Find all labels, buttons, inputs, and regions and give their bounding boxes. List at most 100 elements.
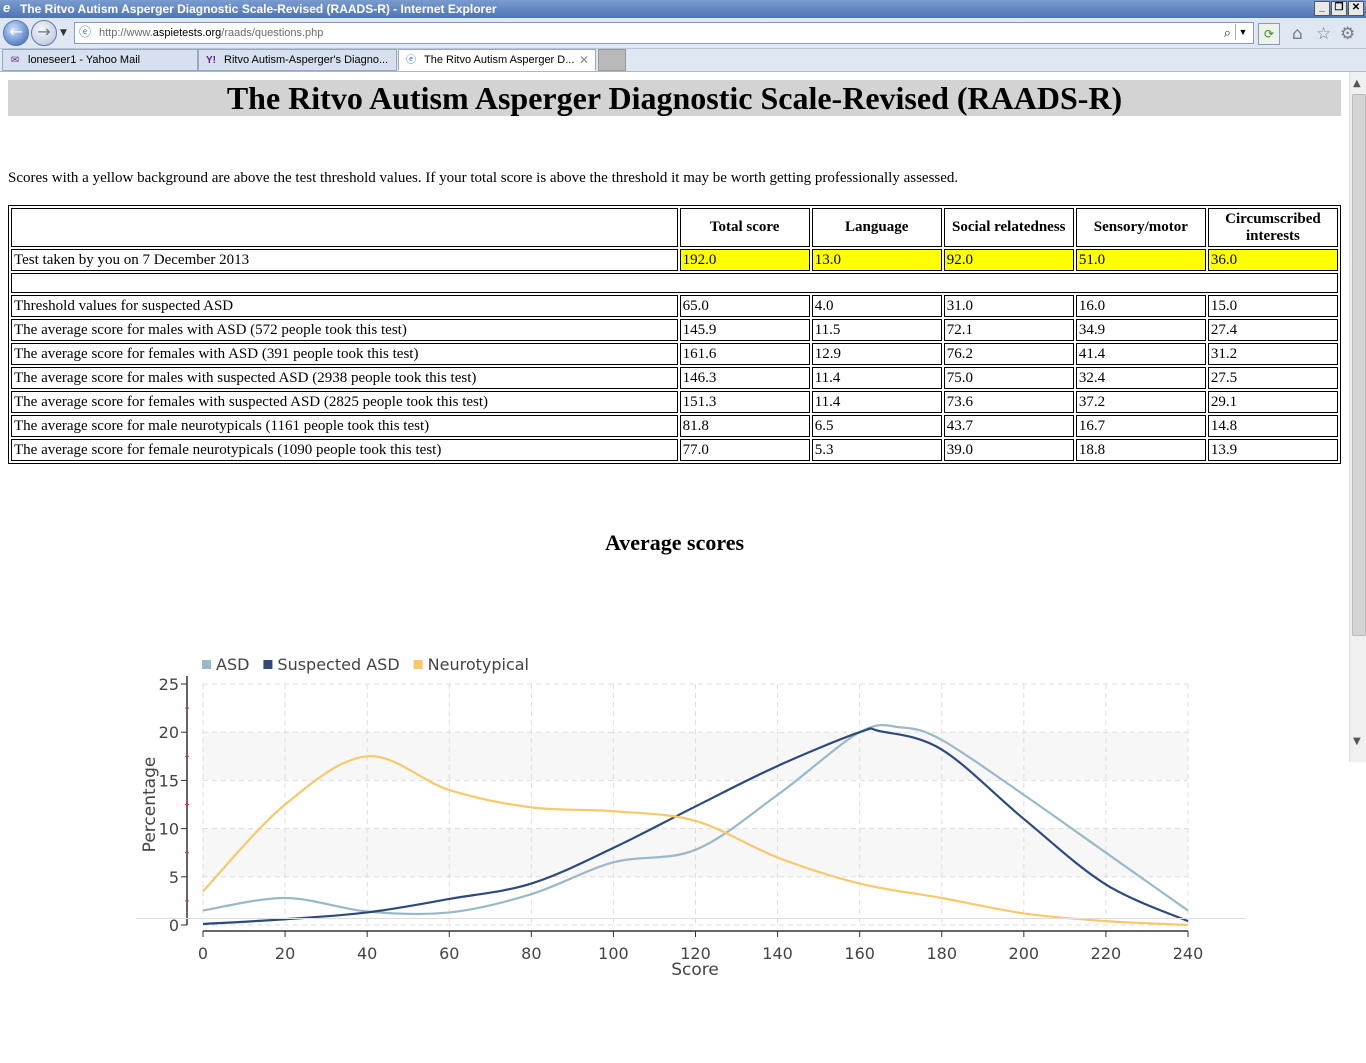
tab-strip: ✉ loneseer1 - Yahoo Mail Y! Ritvo Autism-A… [0,49,1366,72]
legend-label: Neurotypical [428,655,529,674]
navigation-bar: ← → ▼ ⓔ http://www.aspietests.org/raads/… [0,18,1366,49]
close-button[interactable]: ✕ [1348,1,1364,16]
x-tick-label: 40 [357,944,377,963]
chart-grid [202,683,1189,926]
legend-label: ASD [216,655,249,674]
page-content: The Ritvo Autism Asperger Diagnostic Sca… [0,72,1349,1063]
home-icon[interactable]: ⌂ [1292,25,1303,43]
score-cell: 14.8 [1207,415,1338,437]
tab-raads-r[interactable]: ⓔ The Ritvo Autism Asperger D... ✕ [398,49,596,71]
tab-yahoo-mail[interactable]: ✉ loneseer1 - Yahoo Mail [2,49,198,71]
history-dropdown-icon[interactable]: ▼ [60,28,67,38]
score-cell: 11.4 [811,367,942,389]
tools-gear-icon[interactable]: ⚙ [1340,25,1355,43]
score-cell: 73.6 [943,391,1074,413]
x-axis-label: Score [671,960,719,980]
scroll-up-icon[interactable]: ▲ [1353,78,1361,89]
table-row: The average score for female neurotypica… [11,439,1338,461]
table-row: The average score for male neurotypicals… [11,415,1338,437]
search-icon[interactable]: ⌕ [1224,23,1231,43]
user-total-score: 192.0 [679,249,810,271]
score-cell: 75.0 [943,367,1074,389]
table-header-cell [11,208,678,247]
vertical-scrollbar[interactable]: ▲ ▼ [1349,72,1366,762]
header-social-relatedness: Social relatedness [943,208,1074,247]
score-cell: 32.4 [1075,367,1206,389]
legend-label: Suspected ASD [277,655,399,674]
score-cell: 77.0 [679,439,810,461]
row-label: Test taken by you on 7 December 2013 [11,249,678,271]
score-cell: 41.4 [1075,343,1206,365]
address-bar[interactable]: ⓔ http://www.aspietests.org/raads/questi… [74,22,1254,44]
reference-rows: Threshold values for suspected ASD 65.0 4.… [11,295,1338,461]
chart-bottom-rule [136,918,1246,919]
header-total-score: Total score [679,208,810,247]
x-tick-label: 140 [762,944,793,963]
tab-ritvo-yahoo[interactable]: Y! Ritvo Autism-Asperger's Diagno... [198,49,397,71]
favorites-star-icon[interactable]: ☆ [1316,25,1331,43]
legend-swatch [202,660,211,669]
band-5-10 [203,828,1188,877]
score-cell: 31.0 [943,295,1074,317]
legend-swatch [263,660,273,669]
x-tick-label: 180 [926,944,957,963]
score-cell: 81.8 [679,415,810,437]
user-language-score: 13.0 [811,249,942,271]
x-tick-label: 240 [1173,944,1204,963]
address-dropdown-icon[interactable]: ▼ [1235,24,1250,40]
x-tick-label: 160 [844,944,875,963]
y-axis-label: Percentage [140,757,160,853]
scroll-thumb[interactable] [1352,94,1366,636]
score-cell: 31.2 [1207,343,1338,365]
forward-button[interactable]: → [31,20,57,46]
score-cell: 15.0 [1207,295,1338,317]
y-tick-label: 5 [169,868,179,887]
y-tick-label: 10 [159,820,179,839]
scores-table: Total score Language Social relatedness … [8,205,1341,464]
user-interests-score: 36.0 [1207,249,1338,271]
score-cell: 65.0 [679,295,810,317]
row-label: The average score for males with suspect… [11,367,678,389]
mail-icon: ✉ [10,55,20,66]
scroll-down-icon[interactable]: ▼ [1353,736,1361,747]
y-tick-label: 25 [159,675,179,694]
ie-page-icon: ⓔ [406,55,416,66]
close-tab-icon[interactable]: ✕ [579,50,589,70]
x-tick-label: 220 [1091,944,1122,963]
yahoo-icon: Y! [206,55,216,66]
window-title: The Ritvo Autism Asperger Diagnostic Sca… [20,2,497,16]
row-label: The average score for males with ASD (57… [11,319,678,341]
score-cell: 151.3 [679,391,810,413]
table-row: The average score for males with suspect… [11,367,1338,389]
new-tab-button[interactable] [598,49,626,71]
row-label: The average score for male neurotypicals… [11,415,678,437]
minimize-button[interactable]: _ [1314,1,1330,16]
back-button[interactable]: ← [3,20,29,46]
x-tick-label: 20 [275,944,295,963]
address-url: http://www.aspietests.org/raads/question… [99,27,324,39]
score-cell: 16.0 [1075,295,1206,317]
score-cell: 43.7 [943,415,1074,437]
header-circumscribed-interests: Circumscribed interests [1207,208,1338,247]
window-title-bar: e The Ritvo Autism Asperger Diagnostic S… [0,0,1366,18]
restore-button[interactable]: ❐ [1331,1,1347,16]
table-row: Threshold values for suspected ASD 65.0 4.… [11,295,1338,317]
score-cell: 27.5 [1207,367,1338,389]
score-cell: 34.9 [1075,319,1206,341]
score-cell: 146.3 [679,367,810,389]
score-cell: 37.2 [1075,391,1206,413]
row-label: Threshold values for suspected ASD [11,295,678,317]
refresh-button[interactable]: ⟳ [1258,23,1280,45]
header-sensory-motor: Sensory/motor [1075,208,1206,247]
score-cell: 11.5 [811,319,942,341]
spacer-row [11,273,1338,293]
intro-text: Scores with a yellow background are abov… [8,170,959,186]
score-cell: 16.7 [1075,415,1206,437]
internet-explorer-icon: e [3,0,11,15]
page-heading-band: The Ritvo Autism Asperger Diagnostic Sca… [8,80,1341,116]
score-cell: 4.0 [811,295,942,317]
page-icon: ⓔ [79,25,92,39]
legend-swatch [413,660,423,669]
chart-title: Average scores [604,530,745,555]
x-tick-label: 60 [439,944,459,963]
